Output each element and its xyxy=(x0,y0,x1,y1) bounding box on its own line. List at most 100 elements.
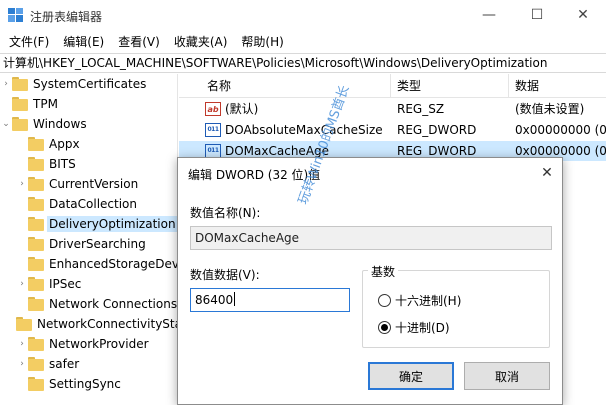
base-group xyxy=(362,270,550,348)
tree-item[interactable]: DeliveryOptimization xyxy=(16,214,177,234)
tree-item-label: Network Connections xyxy=(49,297,178,311)
tree-item-label: DeliveryOptimization xyxy=(47,216,177,232)
folder-icon xyxy=(12,97,28,111)
binary-value-icon: 011 xyxy=(205,123,221,137)
folder-icon xyxy=(28,257,44,271)
folder-icon xyxy=(28,377,44,391)
key-tree[interactable]: › SystemCertificates TPM ⌄ Windows Appx BITS › C… xyxy=(0,74,178,405)
dialog-title: 编辑 DWORD (32 位)值 xyxy=(188,168,321,182)
radio-decimal[interactable]: 十进制(D) xyxy=(378,319,450,336)
dialog-close-icon[interactable]: ✕ xyxy=(536,162,558,184)
tree-item[interactable]: › IPSec xyxy=(16,274,177,294)
value-name-field: DOMaxCacheAge xyxy=(190,226,552,250)
folder-icon xyxy=(12,77,28,91)
radio-dec-circle[interactable] xyxy=(378,321,391,334)
tree-item-label: IPSec xyxy=(49,277,82,291)
menu-file[interactable]: 文件(F) xyxy=(4,33,54,50)
address-bar[interactable]: 计算机\HKEY_LOCAL_MACHINE\SOFTWARE\Policies… xyxy=(0,53,606,73)
expand-arrow-icon[interactable]: › xyxy=(16,274,28,294)
value-type-cell: REG_DWORD xyxy=(397,123,477,137)
value-data-text: 86400 xyxy=(195,293,234,307)
value-name-cell: (默认) xyxy=(225,102,259,116)
radio-hex-label: 十六进制(H) xyxy=(395,294,462,308)
radio-hexadecimal[interactable]: 十六进制(H) xyxy=(378,292,461,309)
expand-arrow-icon[interactable]: › xyxy=(16,174,28,194)
binary-value-icon: 011 xyxy=(205,144,221,158)
value-data-input[interactable]: 86400 xyxy=(190,288,350,312)
tree-item[interactable]: › safer xyxy=(16,354,177,374)
radio-hex-circle[interactable] xyxy=(378,294,391,307)
expand-arrow-icon[interactable]: › xyxy=(0,74,12,94)
radio-dec-label: 十进制(D) xyxy=(395,321,450,335)
value-data-cell: 0x00000000 (0) xyxy=(515,123,606,137)
tree-item[interactable]: › NetworkProvider xyxy=(16,334,177,354)
tree-item-label: EnhancedStorageDevices xyxy=(49,257,177,271)
column-header-type[interactable]: 类型 xyxy=(391,74,509,98)
folder-icon xyxy=(28,277,44,291)
expand-arrow-icon[interactable]: › xyxy=(16,354,28,374)
tree-item[interactable]: ⌄ Windows xyxy=(0,114,177,134)
tree-item-label: DataCollection xyxy=(49,197,138,211)
tree-item[interactable]: NetworkConnectivityStatusIndicator xyxy=(16,314,177,334)
registry-app-icon xyxy=(8,8,23,22)
tree-item-label: BITS xyxy=(49,157,76,171)
menu-help[interactable]: 帮助(H) xyxy=(236,33,288,50)
folder-icon xyxy=(28,217,44,231)
value-type-cell: REG_SZ xyxy=(397,102,445,116)
column-header-data[interactable]: 数据 xyxy=(509,74,606,98)
text-caret xyxy=(234,292,236,306)
tree-item-label: NetworkConnectivityStatusIndicator xyxy=(37,317,177,331)
tree-item[interactable]: Network Connections xyxy=(16,294,178,314)
folder-icon xyxy=(28,337,44,351)
expand-arrow-icon[interactable]: › xyxy=(16,334,28,354)
menu-view[interactable]: 查看(V) xyxy=(113,33,165,50)
list-header: 名称 类型 数据 xyxy=(179,74,606,98)
tree-item-label: NetworkProvider xyxy=(49,337,149,351)
minimize-button[interactable]: — xyxy=(466,0,512,30)
tree-item[interactable]: DriverSearching xyxy=(16,234,177,254)
folder-icon xyxy=(28,137,44,151)
tree-item[interactable]: EnhancedStorageDevices xyxy=(16,254,177,274)
ok-button[interactable]: 确定 xyxy=(368,362,454,390)
tree-item-label: SystemCertificates xyxy=(33,77,147,91)
value-row[interactable]: 011 DOAbsoluteMaxCacheSize REG_DWORD 0x0000… xyxy=(179,120,606,140)
title-bar: 注册表编辑器 — ☐ ✕ xyxy=(0,0,606,30)
tree-item[interactable]: Appx xyxy=(16,134,177,154)
cancel-button[interactable]: 取消 xyxy=(464,362,550,390)
menu-bar: 文件(F) 编辑(E) 查看(V) 收藏夹(A) 帮助(H) xyxy=(0,30,606,52)
menu-favorites[interactable]: 收藏夹(A) xyxy=(169,33,233,50)
tree-item-label: CurrentVersion xyxy=(49,177,139,191)
tree-item-label: Appx xyxy=(49,137,80,151)
folder-icon xyxy=(16,317,32,331)
tree-item[interactable]: BITS xyxy=(16,154,177,174)
tree-item[interactable]: TPM xyxy=(0,94,177,114)
tree-item[interactable]: › CurrentVersion xyxy=(16,174,177,194)
tree-item[interactable]: › SystemCertificates xyxy=(0,74,177,94)
base-group-label: 基数 xyxy=(368,263,399,280)
value-row[interactable]: ab (默认) REG_SZ (数值未设置) xyxy=(179,99,606,119)
tree-item[interactable]: DataCollection xyxy=(16,194,177,214)
folder-icon xyxy=(28,197,44,211)
tree-item-label: DriverSearching xyxy=(49,237,146,251)
column-header-name[interactable]: 名称 xyxy=(201,74,391,98)
close-button[interactable]: ✕ xyxy=(560,0,606,30)
folder-icon xyxy=(28,357,44,371)
menu-edit[interactable]: 编辑(E) xyxy=(58,33,109,50)
folder-icon xyxy=(28,297,44,311)
tree-item-label: TPM xyxy=(33,97,58,111)
value-data-label: 数值数据(V): xyxy=(190,268,260,282)
maximize-button[interactable]: ☐ xyxy=(514,0,560,30)
tree-item[interactable]: SettingSync xyxy=(16,374,177,394)
folder-icon xyxy=(28,157,44,171)
folder-icon xyxy=(28,177,44,191)
expand-arrow-icon[interactable]: ⌄ xyxy=(0,114,12,134)
folder-icon xyxy=(12,117,28,131)
string-value-icon: ab xyxy=(205,102,221,116)
folder-icon xyxy=(28,237,44,251)
